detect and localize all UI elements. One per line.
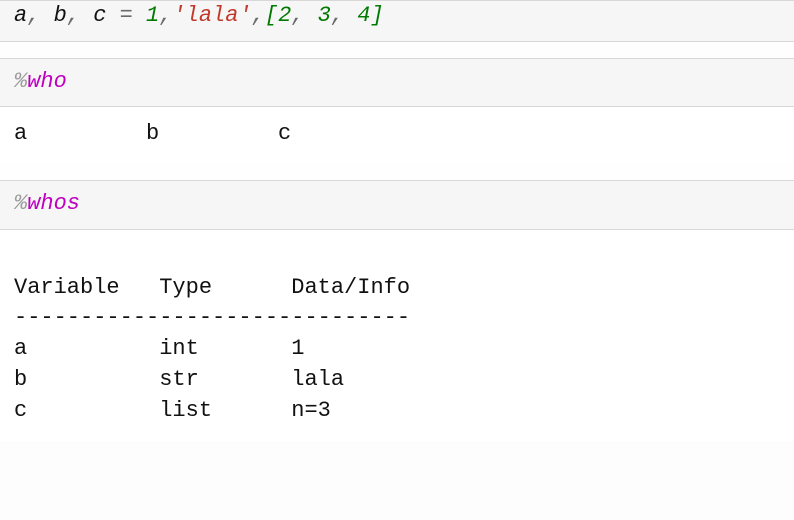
list-close: ]	[370, 3, 383, 28]
literal-4: 4	[357, 3, 370, 28]
code-cell-whos-source: %whos	[0, 181, 794, 229]
code-cell-assignment: a, b, c = 1,'lala',[2, 3, 4]	[0, 0, 794, 42]
comma: ,	[252, 3, 265, 28]
comma: ,	[291, 3, 317, 28]
var-c: c	[93, 3, 106, 28]
string-literal-body: lala	[186, 3, 239, 28]
equals-op: =	[106, 3, 146, 28]
var-a: a	[14, 3, 27, 28]
comma: ,	[27, 3, 53, 28]
string-literal-close: '	[238, 3, 251, 28]
output-whos: Variable Type Data/Info ----------------…	[0, 230, 794, 441]
literal-2: 2	[278, 3, 291, 28]
table-row: a int 1	[14, 336, 304, 361]
whos-header: Variable Type Data/Info	[14, 275, 410, 300]
code-cell-whos: %whos	[0, 180, 794, 230]
comma: ,	[159, 3, 172, 28]
magic-percent-icon: %	[14, 191, 27, 216]
literal-3: 3	[318, 3, 331, 28]
whos-rule: ------------------------------	[14, 305, 410, 330]
cell-gap	[0, 164, 794, 180]
comma: ,	[67, 3, 93, 28]
list-open: [	[265, 3, 278, 28]
code-cell-who-source: %who	[0, 59, 794, 107]
cell-gap	[0, 42, 794, 58]
comma: ,	[331, 3, 357, 28]
literal-1: 1	[146, 3, 159, 28]
code-cell-who: %who	[0, 58, 794, 108]
table-row: c list n=3	[14, 398, 331, 423]
code-cell-assignment-source: a, b, c = 1,'lala',[2, 3, 4]	[0, 1, 794, 41]
output-who: a b c	[0, 107, 794, 164]
magic-percent-icon: %	[14, 69, 27, 94]
table-row: b str lala	[14, 367, 344, 392]
string-literal-open: '	[172, 3, 185, 28]
var-b: b	[54, 3, 67, 28]
magic-who: who	[27, 69, 67, 94]
magic-whos: whos	[27, 191, 80, 216]
